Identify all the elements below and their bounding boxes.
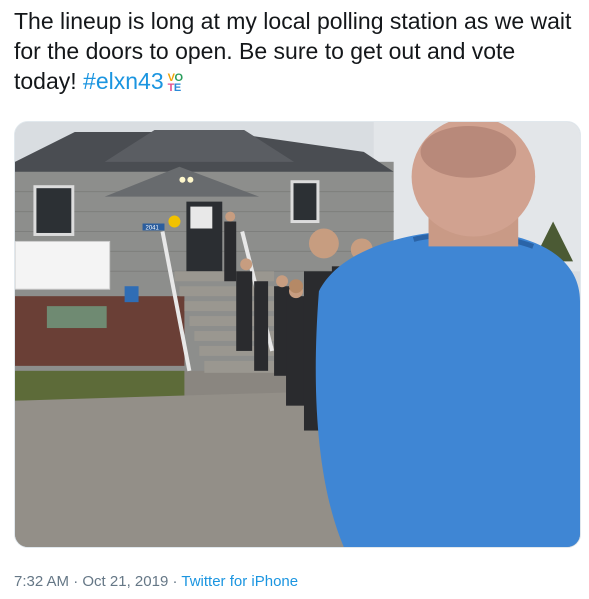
house-number: 2041 [146, 225, 160, 231]
polling-station-photo: 2041 [15, 122, 580, 547]
tweet-date[interactable]: Oct 21, 2019 [82, 573, 168, 590]
tweet-meta: 7:32 AM · Oct 21, 2019 · Twitter for iPh… [14, 573, 298, 590]
meta-separator: · [73, 573, 79, 590]
meta-separator-2: · [172, 573, 178, 590]
tweet-source-link[interactable]: Twitter for iPhone [181, 573, 298, 590]
vote-emoji-bottom: TE [167, 82, 182, 94]
tweet-text: The lineup is long at my local polling s… [14, 6, 579, 96]
hashtag-link[interactable]: #elxn43 [83, 68, 164, 94]
tweet-photo[interactable]: 2041 [14, 121, 581, 548]
vote-emoji-icon: VO TE [167, 73, 183, 94]
tweet-time[interactable]: 7:32 AM [14, 573, 69, 590]
